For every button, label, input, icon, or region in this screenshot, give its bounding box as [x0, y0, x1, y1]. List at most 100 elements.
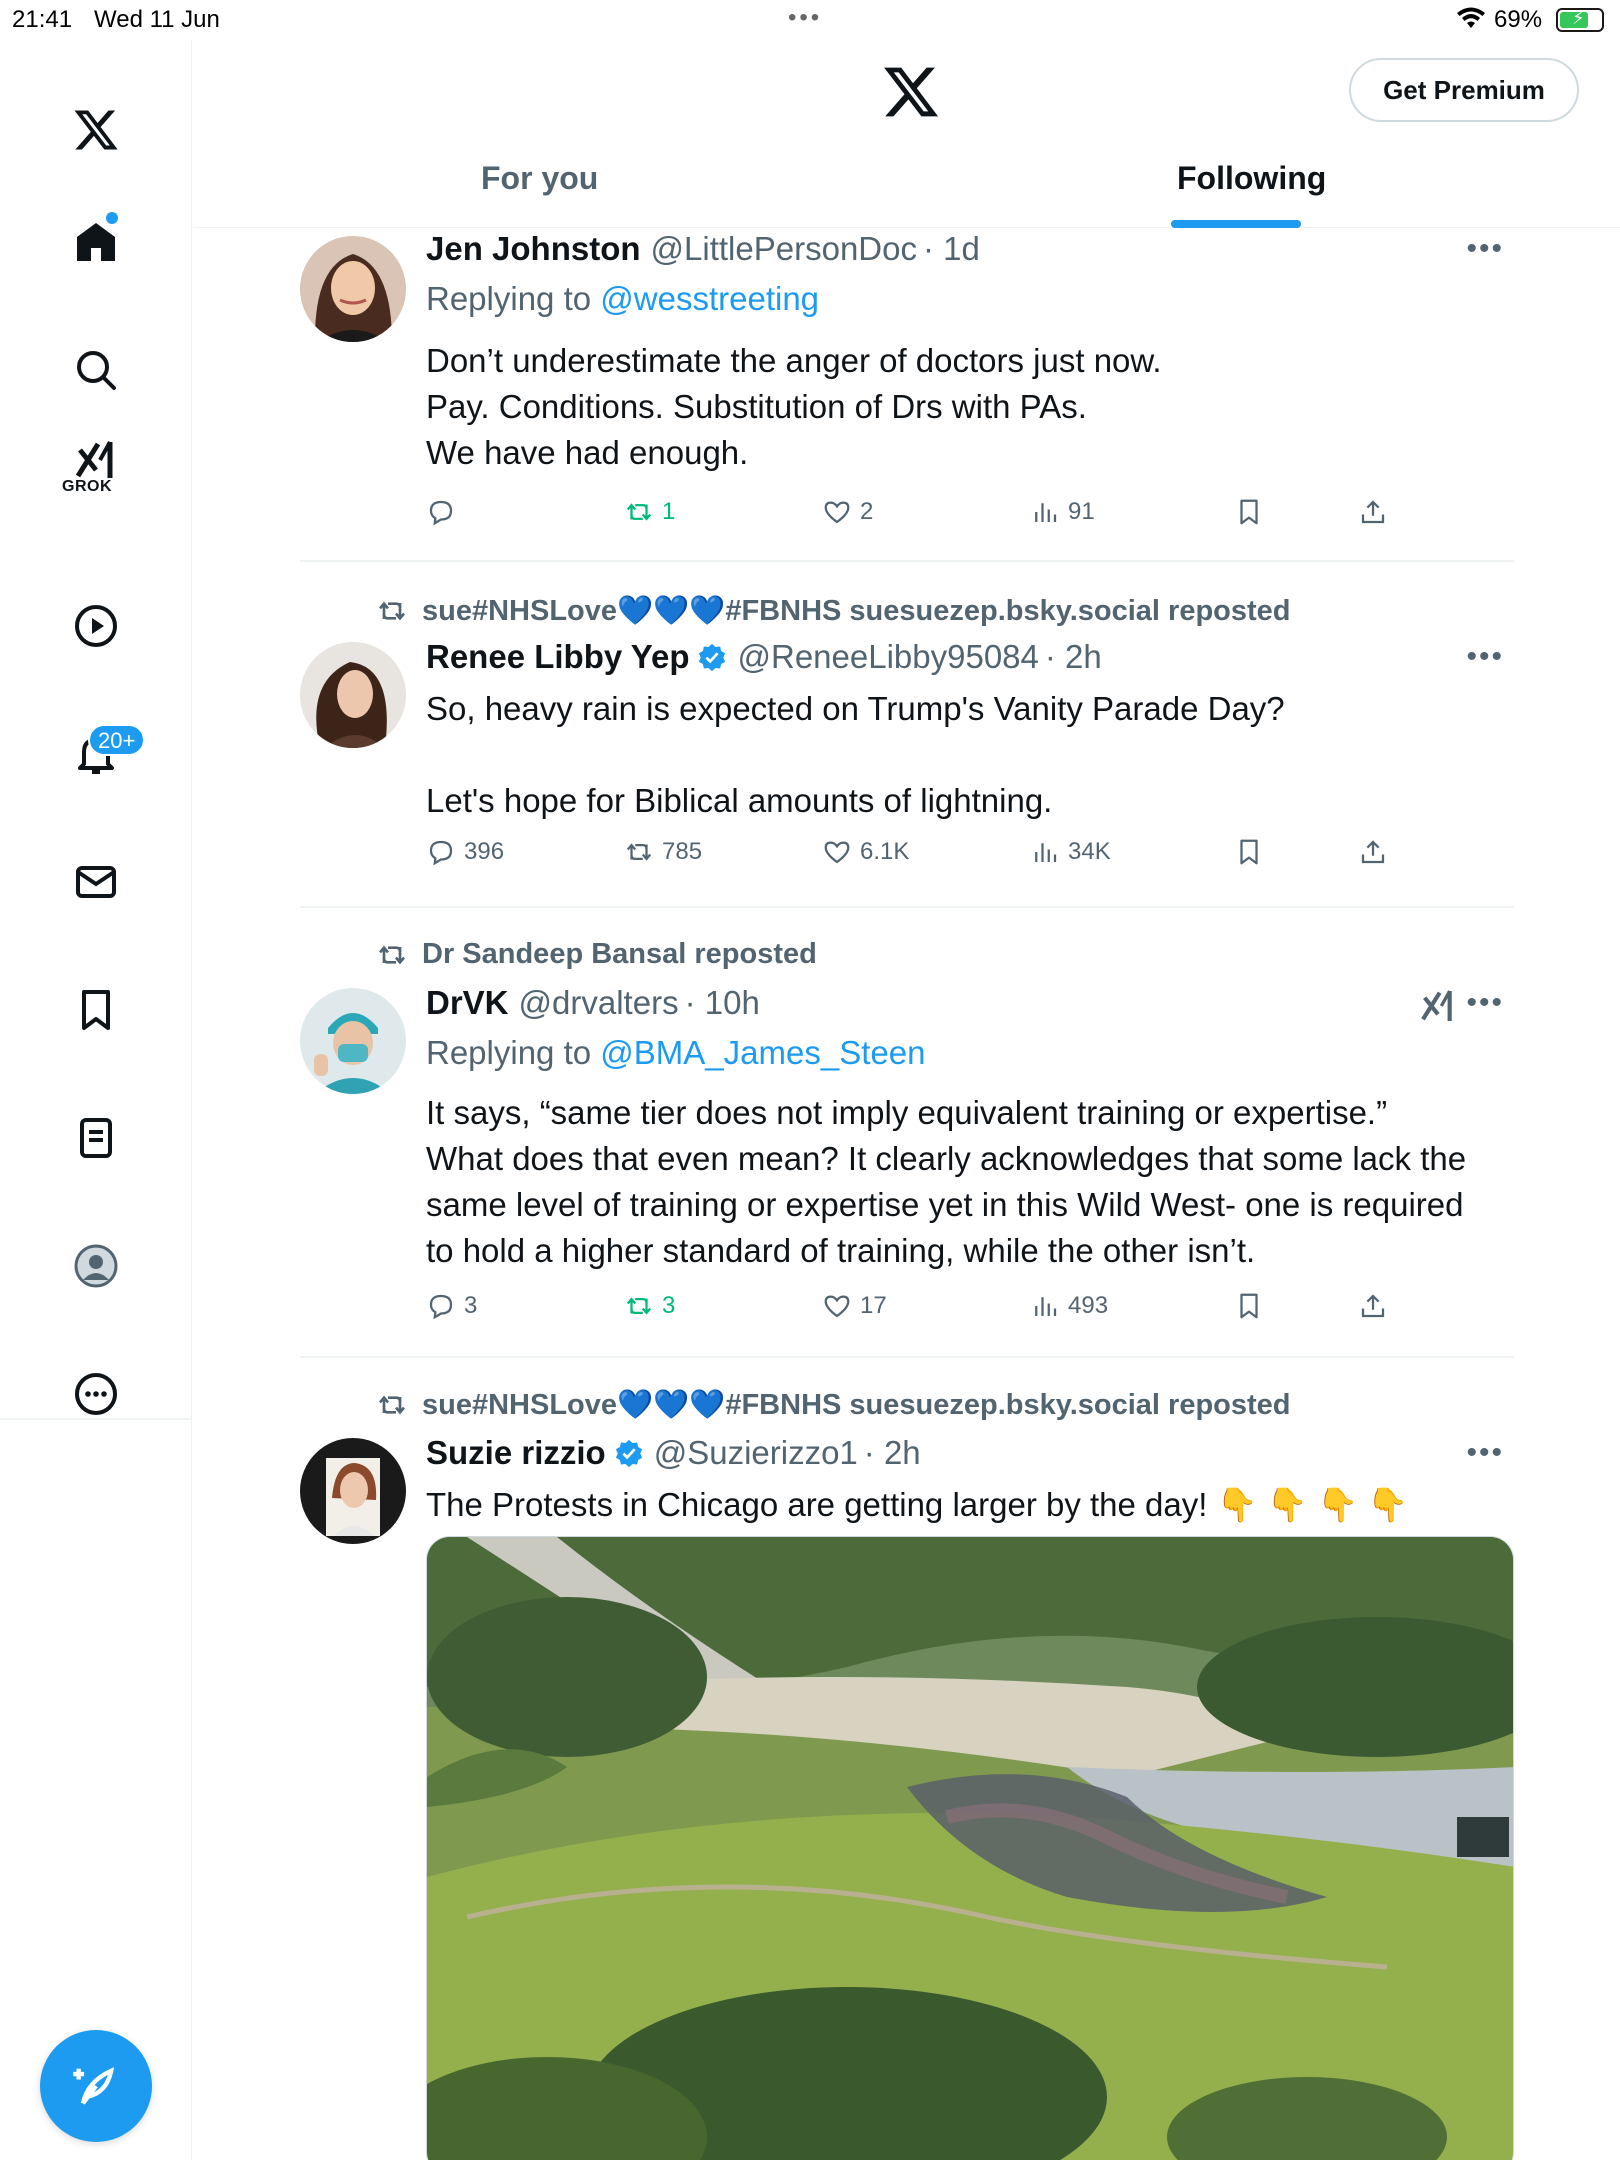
sidebar-item-profile[interactable]: [56, 1226, 136, 1306]
reply-button[interactable]: 3: [426, 1284, 477, 1328]
like-button[interactable]: 2: [822, 490, 873, 534]
author-name[interactable]: Suzie rizzio: [426, 1434, 606, 1472]
author-handle[interactable]: @drvalters: [519, 984, 679, 1022]
share-button[interactable]: [1358, 1284, 1396, 1328]
author-handle[interactable]: @LittlePersonDoc: [651, 230, 917, 268]
tweet-time[interactable]: · 2h: [864, 1434, 921, 1472]
reply-mention-link[interactable]: @BMA_James_Steen: [600, 1034, 925, 1071]
sidebar-item-search[interactable]: [56, 330, 136, 410]
like-button[interactable]: 17: [822, 1284, 887, 1328]
tweet[interactable]: sue#NHSLove💙💙💙#FBNHS suesuezep.bsky.soci…: [300, 562, 1514, 908]
tweet-media-video[interactable]: [426, 1536, 1514, 2160]
get-premium-button[interactable]: Get Premium: [1349, 58, 1579, 122]
author-name[interactable]: DrVK: [426, 984, 509, 1022]
tweet[interactable]: Jen Johnston @LittlePersonDoc · 1d ••• R…: [300, 228, 1514, 562]
tweet-author-row: DrVK @drvalters · 10h: [426, 984, 760, 1022]
repost-icon: [378, 1395, 406, 1415]
author-name[interactable]: Renee Libby Yep: [426, 638, 689, 676]
reply-icon: [429, 1294, 453, 1320]
grok-icon: [75, 441, 113, 478]
like-button[interactable]: 6.1K: [822, 830, 909, 874]
sidebar-item-more[interactable]: [56, 1354, 136, 1434]
sidebar-item-home[interactable]: [56, 202, 136, 282]
like-count: 2: [860, 498, 874, 525]
tweet-time[interactable]: · 10h: [685, 984, 760, 1022]
reply-mention-link[interactable]: @wesstreeting: [600, 280, 819, 317]
tweet-time[interactable]: · 2h: [1045, 638, 1102, 676]
sidebar-item-lists[interactable]: [56, 1098, 136, 1178]
tweet-text-line: It says, “same tier does not imply equiv…: [426, 1094, 1388, 1131]
bookmark-button[interactable]: [1234, 490, 1272, 534]
share-button[interactable]: [1358, 830, 1396, 874]
battery-percent: 69%: [1494, 6, 1543, 33]
views-button[interactable]: 91: [1030, 490, 1095, 534]
reposted-by[interactable]: sue#NHSLove💙💙💙#FBNHS suesuezep.bsky.soci…: [376, 594, 1291, 628]
home-unread-dot: [106, 212, 118, 224]
sidebar-item-bookmarks[interactable]: [56, 970, 136, 1050]
tweet-time[interactable]: · 1d: [923, 230, 980, 268]
more-options-icon[interactable]: •••: [1466, 1436, 1504, 1470]
tweet-text-line: The Protests in Chicago are getting larg…: [426, 1486, 1409, 1523]
repost-button[interactable]: 1: [624, 490, 675, 534]
tweet-text-line: Don’t underestimate the anger of doctors…: [426, 342, 1162, 379]
search-icon: [77, 351, 116, 390]
play-icon: [75, 605, 117, 647]
avatar[interactable]: [300, 236, 406, 342]
verified-badge-icon: [615, 1439, 642, 1468]
heart-icon: [824, 501, 850, 524]
bookmark-icon: [1240, 499, 1258, 525]
status-bar: 21:41 Wed 11 Jun ••• 69% ⚡: [0, 0, 1620, 40]
avatar[interactable]: [300, 642, 406, 748]
views-button[interactable]: 493: [1030, 1284, 1108, 1328]
tweet-text: The Protests in Chicago are getting larg…: [426, 1482, 1516, 1528]
tweet-text-line: to hold a higher standard of training, w…: [426, 1232, 1256, 1269]
tweet-actions: 396 785 6.1K 34K: [426, 830, 1426, 874]
reposted-by-text: sue#NHSLove💙💙💙#FBNHS suesuezep.bsky.soci…: [422, 595, 1291, 627]
like-count: 17: [860, 1292, 887, 1319]
more-options-icon[interactable]: •••: [1466, 986, 1504, 1020]
avatar[interactable]: [300, 1438, 406, 1544]
author-handle[interactable]: @ReneeLibby95084: [737, 638, 1038, 676]
bookmark-icon: [1240, 1293, 1258, 1319]
views-button[interactable]: 34K: [1030, 830, 1111, 874]
compose-button[interactable]: [40, 2030, 152, 2142]
author-handle[interactable]: @Suzierizzo1: [654, 1434, 858, 1472]
x-logo-icon[interactable]: [881, 62, 941, 122]
tweet[interactable]: Dr Sandeep Bansal reposted DrVK @drvalte…: [300, 908, 1514, 1358]
tweet-text: Don’t underestimate the anger of doctors…: [426, 338, 1516, 476]
bookmark-button[interactable]: [1234, 830, 1272, 874]
author-name[interactable]: Jen Johnston: [426, 230, 641, 268]
share-icon: [1361, 1294, 1385, 1318]
tweet[interactable]: sue#NHSLove💙💙💙#FBNHS suesuezep.bsky.soci…: [300, 1358, 1514, 2160]
repost-icon: [626, 1297, 652, 1315]
views-icon: [1035, 843, 1057, 862]
reposted-by[interactable]: sue#NHSLove💙💙💙#FBNHS suesuezep.bsky.soci…: [376, 1388, 1291, 1422]
view-count: 34K: [1068, 838, 1111, 865]
x-logo-icon[interactable]: [56, 90, 136, 170]
sidebar-item-messages[interactable]: [56, 842, 136, 922]
avatar[interactable]: [300, 988, 406, 1094]
battery-icon: ⚡: [1556, 8, 1604, 32]
tweet-author-row: Renee Libby Yep @ReneeLibby95084 · 2h: [426, 638, 1102, 676]
share-icon: [1361, 840, 1385, 864]
reply-button[interactable]: 396: [426, 830, 504, 874]
sidebar-divider: [0, 1418, 192, 1420]
sidebar-nav: GROK 20+: [0, 40, 192, 2160]
repost-button[interactable]: 3: [624, 1284, 675, 1328]
reposted-by[interactable]: Dr Sandeep Bansal reposted: [376, 938, 817, 971]
active-tab-indicator: [1171, 220, 1301, 228]
grok-explain-icon[interactable]: [1418, 986, 1458, 1026]
tweet-actions: 1 2 91: [426, 490, 1426, 534]
repost-button[interactable]: 785: [624, 830, 702, 874]
tab-for-you[interactable]: For you: [481, 160, 598, 228]
bookmark-button[interactable]: [1234, 1284, 1272, 1328]
multitasking-dots-icon[interactable]: •••: [788, 4, 822, 32]
more-options-icon[interactable]: •••: [1466, 232, 1504, 266]
more-options-icon[interactable]: •••: [1466, 640, 1504, 674]
reply-button[interactable]: [426, 490, 464, 534]
verified-badge-icon: [699, 643, 726, 672]
share-button[interactable]: [1358, 490, 1396, 534]
tweet-text-line: What does that even mean? It clearly ack…: [426, 1140, 1467, 1177]
sidebar-item-video[interactable]: [56, 586, 136, 666]
tab-following[interactable]: Following: [1177, 160, 1326, 228]
